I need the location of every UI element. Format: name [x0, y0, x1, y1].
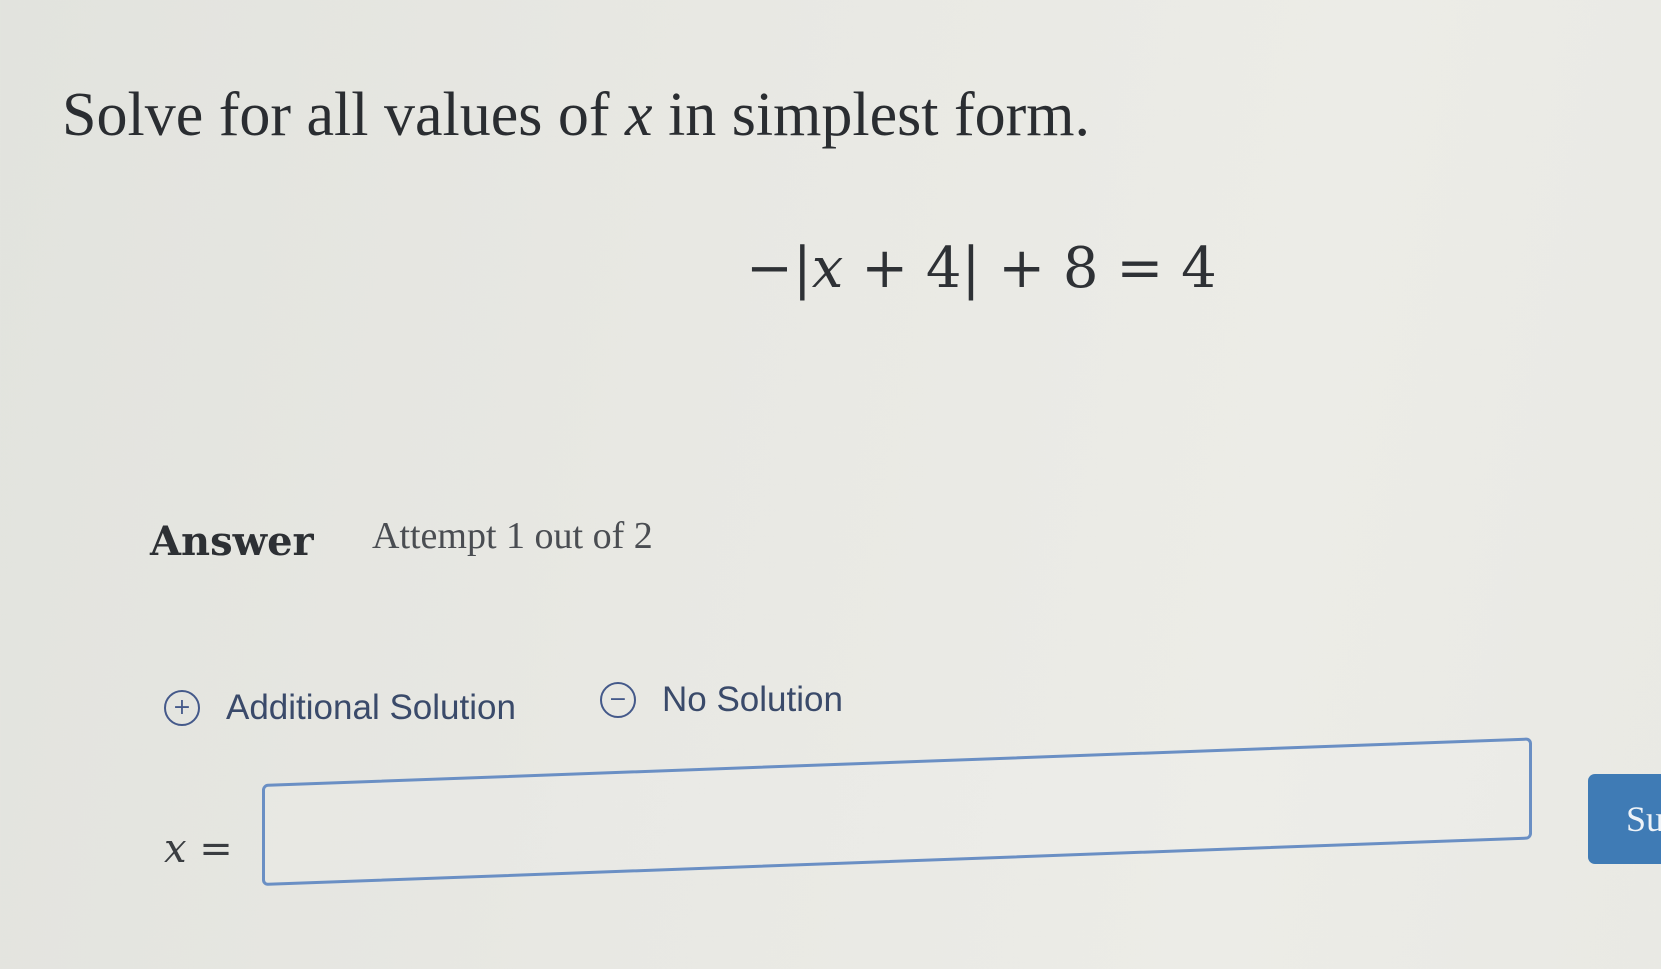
- attempt-counter: Attempt 1 out of 2: [372, 515, 653, 557]
- equation-lead: −|: [746, 236, 812, 301]
- prompt-variable: x: [625, 81, 653, 149]
- additional-solution-button[interactable]: + Additional Solution: [164, 688, 516, 728]
- equation-variable: x: [811, 236, 844, 301]
- question-prompt: Solve for all values of x in simplest fo…: [62, 80, 1090, 151]
- prompt-text-before: Solve for all values of: [62, 81, 626, 149]
- prompt-text-after: in simplest form.: [652, 81, 1090, 149]
- answer-heading: Answer: [150, 518, 314, 565]
- no-solution-button[interactable]: − No Solution: [600, 680, 843, 720]
- plus-circle-icon: +: [164, 690, 200, 726]
- additional-solution-label: Additional Solution: [226, 688, 516, 727]
- no-solution-label: No Solution: [662, 680, 843, 719]
- minus-circle-icon: −: [600, 682, 636, 718]
- answer-equals: =: [186, 826, 233, 872]
- answer-input[interactable]: [262, 737, 1532, 886]
- answer-variable-label: x =: [164, 826, 233, 872]
- equation-rest: + 4| + 8 = 4: [843, 236, 1217, 301]
- submit-button[interactable]: Su: [1588, 774, 1661, 864]
- equation: −|x + 4| + 8 = 4: [746, 236, 1217, 301]
- answer-variable: x: [164, 826, 187, 872]
